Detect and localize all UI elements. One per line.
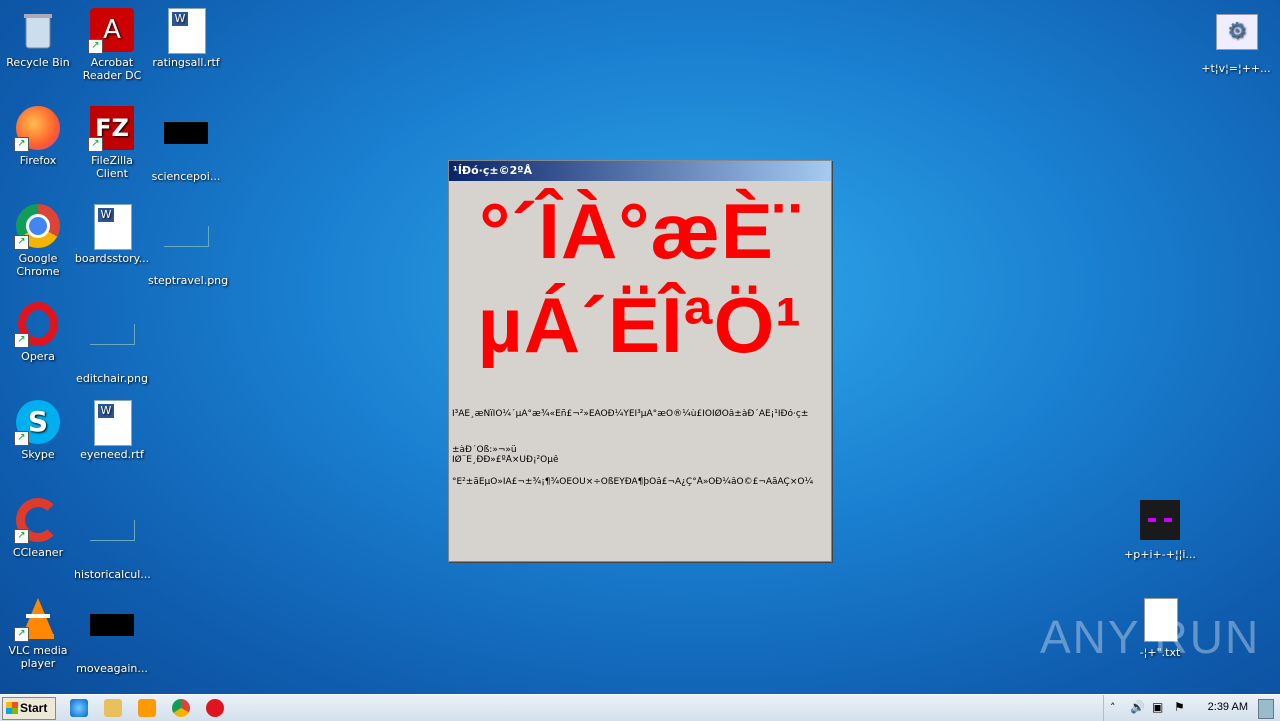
firefox-label: Firefox [19,154,57,167]
tray-arrow-icon[interactable]: ˄ [1110,701,1116,714]
historicalcul-icon[interactable]: historicalcul... [74,498,151,581]
ccleaner-label: CCleaner [12,546,64,559]
clock[interactable]: 2:39 AM [1208,701,1248,713]
skype-label: Skype [21,448,55,461]
show-desktop-button[interactable] [1258,699,1274,719]
moveagain-icon[interactable]: moveagain... [74,596,150,675]
message-line-1: Î³ÁÉ¸æÑïÎÒ¼´µÁ°æ¾«Éñ£¬²»ÊÃÕÐ¼ÝÊÎ³µÁ°æÖ®¼… [452,409,809,419]
historicalcul-label: historicalcul... [74,568,151,581]
start-label: Start [20,701,48,715]
acrobat-reader-icon[interactable]: A ↗ Acrobat Reader DC [74,8,150,82]
media-player-icon[interactable] [138,699,156,717]
message-line-2: ±àÐ´Õß:»¬»ü [452,445,517,455]
minecraft-icon[interactable]: +p+i+-+¦¦i... [1122,500,1198,561]
internet-explorer-icon[interactable] [70,699,88,717]
steptravel-png-label: steptravel.png [148,274,229,287]
ratingsall-rtf-label: ratingsall.rtf [152,56,220,69]
volume-icon[interactable]: 🔊 [1130,700,1145,714]
sciencepoi-label: sciencepoi... [151,170,221,183]
boardsstory-label: boardsstory... [74,252,150,265]
headline-line-1: °´ÎÀ°æÈ¨ [479,187,801,275]
network-icon[interactable]: ▣ [1152,700,1163,714]
steptravel-png-icon[interactable]: steptravel.png [148,204,229,287]
filezilla-icon[interactable]: FZ ↗ FileZilla Client [74,106,150,180]
vlc-player-icon[interactable]: ↗ VLC media player [0,596,76,670]
system-tray: ˄ 🔊 ▣ ⚑ 2:39 AM [1103,695,1280,721]
editchair-png-icon[interactable]: editchair.png [74,302,150,385]
window-title[interactable]: ¹ÍÐó·ç±©2ºÅ [449,161,831,181]
action-center-flag-icon[interactable]: ⚑ [1174,700,1185,714]
ratingsall-rtf-icon[interactable]: W ratingsall.rtf [148,8,224,69]
sciencepoi-icon[interactable]: sciencepoi... [148,106,224,183]
file-explorer-icon[interactable] [104,699,122,717]
vlc-player-label: VLC media player [8,644,68,670]
message-line-3: ÏØ¨É¸ÐÐ»£ºÅ×ÛÐ¡²Ôµê [452,455,559,465]
taskbar: Start ˄ 🔊 ▣ ⚑ 2:39 AM [0,694,1280,721]
opera-label: Opera [21,350,55,363]
skype-icon[interactable]: S ↗ Skype [0,400,76,461]
ccleaner-icon[interactable]: ↗ CCleaner [0,498,76,559]
google-chrome-label: Google Chrome [16,252,60,278]
headline-line-2: µÁ´ËÎªÖ¹ [477,281,803,369]
firefox-icon[interactable]: ↗ Firefox [0,106,76,167]
watermark: ANY RUN [1040,611,1261,663]
editchair-png-label: editchair.png [76,372,148,385]
eyeneed-rtf-label: eyeneed.rtf [80,448,144,461]
moveagain-label: moveagain... [76,662,148,675]
start-button[interactable]: Start [2,697,56,720]
popup-window[interactable]: ¹ÍÐó·ç±©2ºÅ °´ÎÀ°æÈ¨ µÁ´ËÎªÖ¹ Î³ÁÉ¸æÑïÎÒ… [448,160,832,562]
recycle-bin-label: Recycle Bin [6,56,70,69]
control-panel-icon[interactable]: ⚙ +t¦v¦=¦++... [1198,10,1274,75]
eyeneed-rtf-icon[interactable]: W eyeneed.rtf [74,400,150,461]
boardsstory-icon[interactable]: W boardsstory... [74,204,150,265]
opera-icon[interactable]: ↗ Opera [0,302,76,363]
filezilla-label: FileZilla Client [91,154,133,180]
minecraft-label: +p+i+-+¦¦i... [1124,548,1196,561]
acrobat-reader-label: Acrobat Reader DC [82,56,142,82]
windows-logo-icon [6,702,18,714]
chrome-taskbar-icon[interactable] [172,699,190,717]
message-line-4: °É²±ãËµÒ»ÎÂ£¬±¾¡¶¾ÓÉÔÙ×÷ÕßÈÝÐÁ¶þÒâ£¬Ä¿Ç°… [452,477,814,487]
opera-taskbar-icon[interactable] [206,699,224,717]
control-panel-label: +t¦v¦=¦++... [1201,62,1271,75]
google-chrome-icon[interactable]: ↗ Google Chrome [0,204,76,278]
recycle-bin-icon[interactable]: Recycle Bin [0,8,76,69]
